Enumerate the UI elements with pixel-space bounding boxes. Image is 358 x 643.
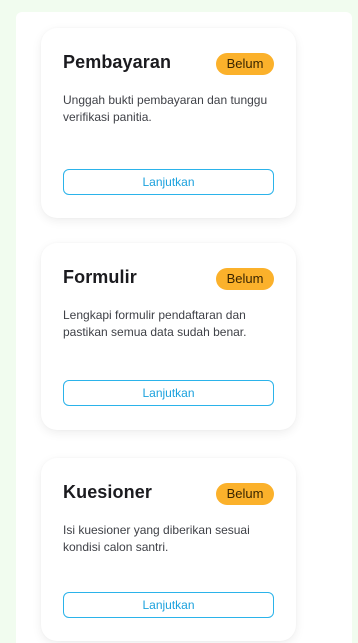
status-badge: Belum bbox=[216, 483, 274, 505]
status-badge: Belum bbox=[216, 53, 274, 75]
continue-button[interactable]: Lanjutkan bbox=[63, 592, 274, 618]
card-title: Kuesioner bbox=[63, 482, 152, 502]
card-description: Lengkapi formulir pendaftaran dan pastik… bbox=[63, 308, 247, 339]
card-title: Formulir bbox=[63, 267, 137, 287]
card-formulir: Formulir Belum Lengkapi formulir pendaft… bbox=[41, 243, 296, 430]
status-badge: Belum bbox=[216, 268, 274, 290]
card-description: Isi kuesioner yang diberikan sesuai kond… bbox=[63, 523, 250, 554]
continue-button[interactable]: Lanjutkan bbox=[63, 169, 274, 195]
card-kuesioner: Kuesioner Belum Isi kuesioner yang diber… bbox=[41, 458, 296, 641]
card-pembayaran: Pembayaran Belum Unggah bukti pembayaran… bbox=[41, 28, 296, 218]
card-description: Unggah bukti pembayaran dan tunggu verif… bbox=[63, 93, 268, 124]
continue-button[interactable]: Lanjutkan bbox=[63, 380, 274, 406]
card-title: Pembayaran bbox=[63, 52, 172, 72]
